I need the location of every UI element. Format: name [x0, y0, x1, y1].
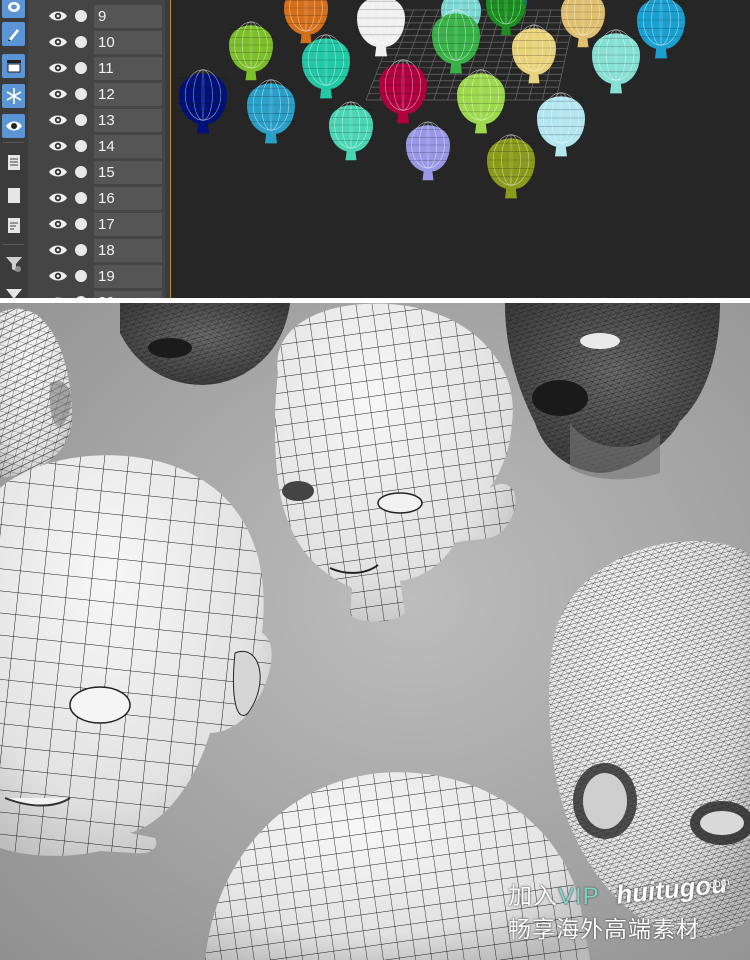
viewport-head-mesh[interactable]	[284, 0, 328, 44]
eye-icon[interactable]	[48, 35, 68, 49]
layer-name[interactable]: 11	[94, 57, 162, 80]
layer-row[interactable]: 17	[28, 211, 165, 237]
3d-viewport[interactable]	[170, 0, 750, 298]
layer-name[interactable]: 20	[94, 291, 162, 298]
layer-row[interactable]: 9	[28, 3, 165, 29]
layer-name[interactable]: 10	[94, 31, 162, 54]
layer-name[interactable]: 13	[94, 109, 162, 132]
eye-visibility-tool-button[interactable]	[2, 114, 25, 138]
viewport-head-mesh[interactable]	[487, 134, 535, 199]
layer-row[interactable]: 19	[28, 263, 165, 289]
freeze-dot-icon[interactable]	[75, 88, 87, 100]
layer-name[interactable]: 16	[94, 187, 162, 210]
pencil-icon	[6, 26, 22, 42]
blank-document-icon	[7, 187, 21, 204]
viewport-head-mesh[interactable]	[457, 69, 505, 134]
viewport-head-mesh[interactable]	[247, 79, 295, 144]
freeze-dot-icon[interactable]	[75, 140, 87, 152]
filter-tool-button[interactable]	[2, 282, 25, 298]
viewport-head-mesh[interactable]	[229, 21, 273, 81]
eye-icon[interactable]	[48, 243, 68, 257]
container-tool-button[interactable]	[2, 54, 25, 78]
viewport-scene	[179, 0, 685, 199]
viewport-head-mesh[interactable]	[379, 59, 427, 124]
layer-row[interactable]: 20	[28, 289, 165, 298]
layer-row[interactable]: 12	[28, 81, 165, 107]
watermark-tagline: 畅享海外高端素材	[508, 916, 700, 942]
eye-icon[interactable]	[48, 191, 68, 205]
eye-icon[interactable]	[48, 61, 68, 75]
layer-list: 9 10 11 12 13 14 15 16 17 18 19 20	[28, 0, 165, 298]
layer-row[interactable]: 10	[28, 29, 165, 55]
text-document-icon	[7, 217, 21, 234]
viewport-head-mesh[interactable]	[406, 121, 450, 181]
eye-icon[interactable]	[48, 269, 68, 283]
layer-name[interactable]: 12	[94, 83, 162, 106]
eye-icon[interactable]	[48, 217, 68, 231]
filter-settings-icon	[5, 255, 23, 273]
toolbar-separator	[3, 244, 24, 245]
pencil-tool-button[interactable]	[2, 22, 25, 46]
teapot-icon	[6, 0, 22, 14]
layer-name[interactable]: 14	[94, 135, 162, 158]
layer-row[interactable]: 15	[28, 159, 165, 185]
text-document-tool-button[interactable]	[2, 213, 25, 237]
viewport-head-mesh[interactable]	[179, 69, 227, 134]
eye-icon[interactable]	[48, 139, 68, 153]
freeze-dot-icon[interactable]	[75, 36, 87, 48]
freeze-dot-icon[interactable]	[75, 270, 87, 282]
freeze-dot-icon[interactable]	[75, 244, 87, 256]
toolbar-separator	[3, 142, 24, 143]
render-scene	[0, 303, 750, 960]
wireframe-render	[0, 303, 750, 960]
filter-icon	[5, 287, 23, 298]
layer-row[interactable]: 11	[28, 55, 165, 81]
viewport-head-mesh[interactable]	[537, 92, 585, 157]
layer-name[interactable]: 18	[94, 239, 162, 262]
layer-row[interactable]: 14	[28, 133, 165, 159]
watermark: 加入VIP huitugou .com 畅享海外高端素材	[500, 868, 750, 952]
blank-document-tool-button[interactable]	[2, 183, 25, 207]
freeze-dot-icon[interactable]	[75, 62, 87, 74]
freeze-dot-icon[interactable]	[75, 166, 87, 178]
container-icon	[5, 58, 23, 74]
layer-name[interactable]: 9	[94, 5, 162, 28]
head-meshes	[179, 0, 685, 199]
application-window: 9 10 11 12 13 14 15 16 17 18 19 20	[0, 0, 750, 298]
viewport-head-mesh[interactable]	[486, 0, 526, 35]
snowflake-freeze-icon	[5, 87, 23, 105]
watermark-vip-text: VIP	[558, 883, 600, 910]
viewport-head-mesh[interactable]	[357, 0, 405, 57]
eye-icon[interactable]	[48, 87, 68, 101]
snowflake-freeze-tool-button[interactable]	[2, 84, 25, 108]
freeze-dot-icon[interactable]	[75, 114, 87, 126]
eye-icon[interactable]	[48, 165, 68, 179]
viewport-head-mesh[interactable]	[637, 0, 685, 59]
viewport-head-mesh[interactable]	[302, 34, 350, 99]
layer-name[interactable]: 19	[94, 265, 162, 288]
teapot-tool-button[interactable]	[2, 0, 25, 18]
layer-row[interactable]: 18	[28, 237, 165, 263]
layer-row[interactable]: 16	[28, 185, 165, 211]
layer-row[interactable]: 13	[28, 107, 165, 133]
eye-visibility-icon	[5, 120, 23, 132]
viewport-head-mesh[interactable]	[432, 9, 480, 74]
viewport-head-mesh[interactable]	[329, 101, 373, 161]
freeze-dot-icon[interactable]	[75, 218, 87, 230]
eye-icon[interactable]	[48, 113, 68, 127]
list-document-tool-button[interactable]	[2, 150, 25, 174]
list-document-icon	[7, 154, 21, 171]
viewport-head-mesh[interactable]	[592, 29, 640, 94]
watermark-join-text: 加入VIP	[508, 883, 600, 910]
layer-toolbar	[0, 0, 29, 298]
freeze-dot-icon[interactable]	[75, 192, 87, 204]
freeze-dot-icon[interactable]	[75, 10, 87, 22]
layer-name[interactable]: 15	[94, 161, 162, 184]
eye-icon[interactable]	[48, 9, 68, 23]
filter-settings-tool-button[interactable]	[2, 252, 25, 276]
layer-name[interactable]: 17	[94, 213, 162, 236]
